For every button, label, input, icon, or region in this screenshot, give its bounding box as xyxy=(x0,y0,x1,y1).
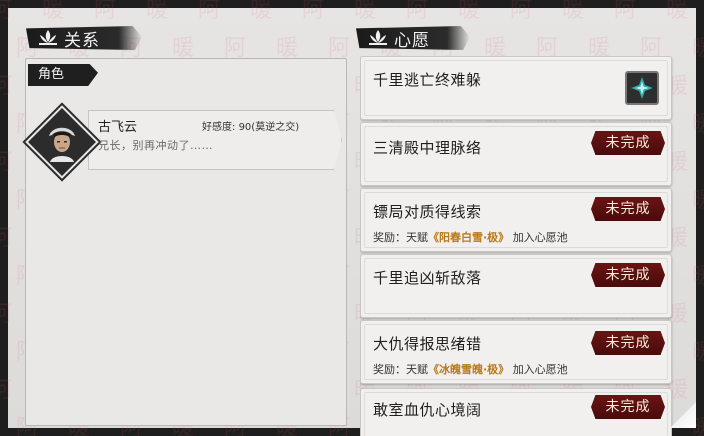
status-badge: 未完成 xyxy=(591,197,665,221)
relation-title: 关系 xyxy=(64,30,100,51)
character-quote: 兄长，别再冲动了…… xyxy=(98,139,213,152)
character-name: 古飞云 xyxy=(98,120,138,135)
avatar[interactable] xyxy=(25,105,99,179)
wish-item-title: 千里追凶斩敌落 xyxy=(373,269,482,287)
lotus-icon xyxy=(369,30,387,45)
status-badge: 未完成 xyxy=(591,263,665,287)
reward-suffix: 加入心愿池 xyxy=(512,363,568,376)
tab-role[interactable]: 角色 xyxy=(28,64,98,86)
wish-reward: 奖励：天赋《阳春白雪·极》 加入心愿池 xyxy=(373,229,568,245)
wish-item-title: 敢室血仇心境阔 xyxy=(373,401,482,419)
wish-title: 心愿 xyxy=(394,30,430,51)
wish-item-title: 镖局对质得线索 xyxy=(373,203,482,221)
wish-item[interactable]: 三清殿中理脉络 未完成 xyxy=(360,122,672,186)
favor-label: 好感度: xyxy=(202,122,236,133)
wish-item-title: 大仇得报思绪错 xyxy=(373,335,482,353)
wish-item[interactable]: 大仇得报思绪错 未完成 奖励：天赋《冰魄雪魄·极》 加入心愿池 xyxy=(360,320,672,384)
reward-talent: 《阳春白雪·极》 xyxy=(428,231,510,244)
reward-suffix: 加入心愿池 xyxy=(512,231,568,244)
wish-item[interactable]: 千里逃亡终难躲 xyxy=(360,56,672,120)
reward-prefix: 奖励：天赋 xyxy=(373,363,428,376)
reward-prefix: 奖励：天赋 xyxy=(373,231,428,244)
favor-level: 好感度: 90(莫逆之交) xyxy=(202,118,299,133)
relation-header: 关系 xyxy=(26,24,142,52)
completed-badge xyxy=(625,71,659,105)
wish-header: 心愿 xyxy=(356,24,472,52)
favor-value: 90(莫逆之交) xyxy=(238,122,300,133)
wish-item[interactable]: 镖局对质得线索 未完成 奖励：天赋《阳春白雪·极》 加入心愿池 xyxy=(360,188,672,252)
lotus-icon xyxy=(39,30,57,45)
wish-list[interactable]: 千里逃亡终难躲 三清殿中理脉络 未完成 镖局对质得线索 未完成 奖励：天赋《阳春… xyxy=(360,56,674,436)
reward-talent: 《冰魄雪魄·极》 xyxy=(428,363,510,376)
character-portrait-icon xyxy=(49,127,75,162)
status-badge: 未完成 xyxy=(591,331,665,355)
wish-reward: 奖励：天赋《冰魄雪魄·极》 加入心愿池 xyxy=(373,361,568,377)
wish-item[interactable]: 千里追凶斩敌落 未完成 xyxy=(360,254,672,318)
wish-item-title: 千里逃亡终难躲 xyxy=(373,71,482,89)
wish-item[interactable]: 敢室血仇心境阔 未完成 xyxy=(360,388,672,436)
check-cross-icon xyxy=(631,77,653,99)
status-badge: 未完成 xyxy=(591,395,665,419)
status-badge: 未完成 xyxy=(591,131,665,155)
wish-item-title: 三清殿中理脉络 xyxy=(373,139,482,157)
